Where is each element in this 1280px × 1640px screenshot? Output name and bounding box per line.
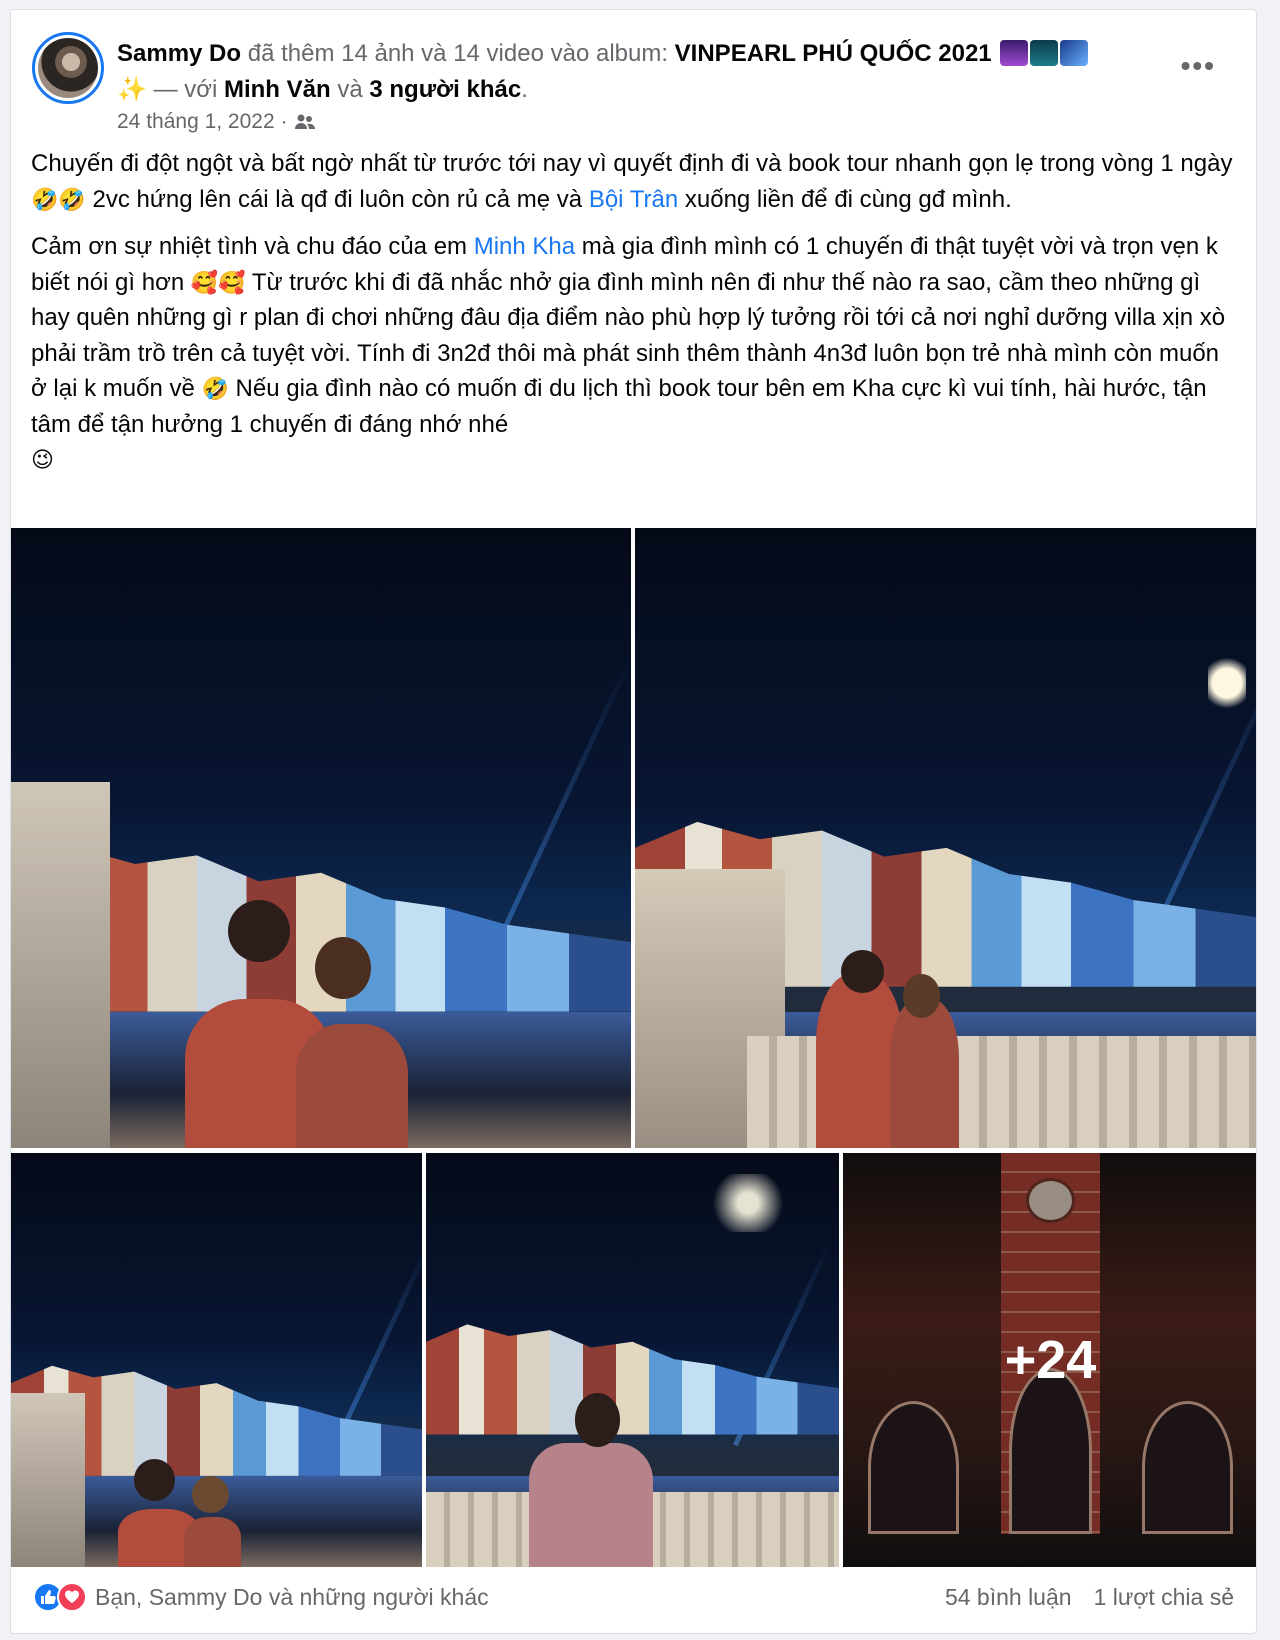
city-night-icon bbox=[1000, 40, 1029, 66]
album-link[interactable]: VINPEARL PHÚ QUỐC 2021 bbox=[675, 40, 992, 67]
photo-2[interactable] bbox=[635, 528, 1256, 1148]
author-avatar[interactable] bbox=[32, 32, 104, 104]
post-header: Sammy Do đã thêm 14 ảnh và 14 video vào … bbox=[117, 36, 1177, 108]
post-body: Chuyến đi đột ngột và bất ngờ nhất từ tr… bbox=[31, 146, 1241, 490]
divider bbox=[11, 1633, 1256, 1634]
milky-way-icon bbox=[1060, 40, 1089, 66]
smiling-hearts-emoji: 🥰🥰 bbox=[190, 269, 246, 295]
period-text: . bbox=[521, 76, 528, 103]
paragraph-text: 2vc hứng lên cái là qđ đi luôn còn rủ cả… bbox=[85, 185, 589, 213]
engagement-stats: 54 bình luận 1 lượt chia sẻ bbox=[945, 1584, 1234, 1611]
paragraph-text: Chuyến đi đột ngột và bất ngờ nhất từ tr… bbox=[31, 150, 1233, 177]
post-action-text: đã thêm 14 ảnh và 14 video vào album: bbox=[247, 40, 668, 67]
paragraph-text: xuống liền để đi cùng gđ mình. bbox=[678, 185, 1012, 213]
rofl-emoji: 🤣 bbox=[201, 376, 229, 401]
post-paragraph-2: Cảm ơn sự nhiệt tình và chu đáo của em M… bbox=[31, 229, 1241, 478]
sparkles-icon: ✨ bbox=[117, 76, 147, 103]
others-link[interactable]: 3 người khác bbox=[369, 76, 521, 103]
tagged-person-link[interactable]: Minh Văn bbox=[224, 76, 331, 103]
reactions-text[interactable]: Bạn, Sammy Do và những người khác bbox=[95, 1584, 489, 1611]
meta-separator: · bbox=[280, 110, 288, 133]
more-options-icon[interactable]: ••• bbox=[1181, 50, 1216, 82]
photo-3[interactable] bbox=[11, 1153, 422, 1567]
rofl-emoji: 🤣🤣 bbox=[31, 186, 86, 212]
photo-5-more[interactable]: +24 bbox=[843, 1153, 1256, 1567]
more-photos-count[interactable]: +24 bbox=[843, 1153, 1256, 1567]
mention-link[interactable]: Minh Kha bbox=[474, 233, 575, 260]
post-paragraph-1: Chuyến đi đột ngột và bất ngờ nhất từ tr… bbox=[31, 146, 1241, 217]
photo-1[interactable] bbox=[11, 528, 631, 1148]
author-name[interactable]: Sammy Do bbox=[117, 40, 241, 67]
reactions-summary[interactable]: Bạn, Sammy Do và những người khác bbox=[33, 1582, 489, 1612]
post-footer: Bạn, Sammy Do và những người khác 54 bìn… bbox=[11, 1567, 1256, 1634]
post-date[interactable]: 24 tháng 1, 2022 bbox=[117, 110, 275, 134]
with-text: — với bbox=[153, 76, 218, 103]
friends-icon[interactable] bbox=[294, 113, 316, 131]
night-stars-icon bbox=[1030, 40, 1059, 66]
mention-link[interactable]: Bội Trân bbox=[589, 186, 678, 213]
love-icon bbox=[57, 1582, 87, 1612]
photo-4[interactable] bbox=[426, 1153, 839, 1567]
paragraph-text: Cảm ơn sự nhiệt tình và chu đáo của em bbox=[31, 233, 474, 260]
post-meta: 24 tháng 1, 2022 · bbox=[117, 110, 316, 134]
wink-emoji: 😉 bbox=[31, 447, 54, 472]
comments-count[interactable]: 54 bình luận bbox=[945, 1584, 1072, 1611]
shares-count[interactable]: 1 lượt chia sẻ bbox=[1094, 1584, 1234, 1611]
post-card: Sammy Do đã thêm 14 ảnh và 14 video vào … bbox=[10, 9, 1257, 1634]
and-text: và bbox=[337, 76, 363, 103]
